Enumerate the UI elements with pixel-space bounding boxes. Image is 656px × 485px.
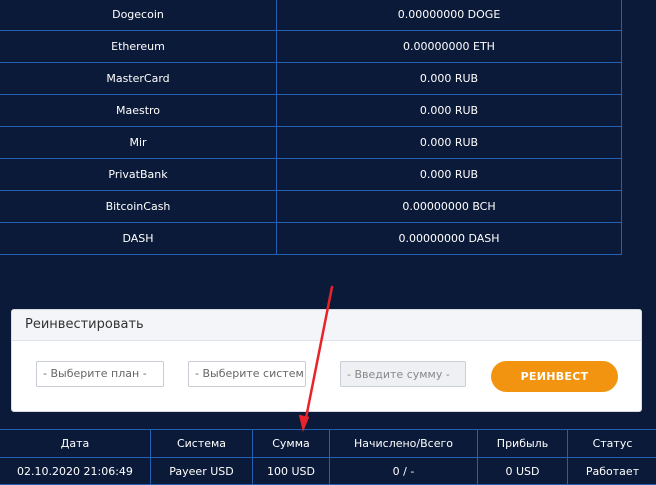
balance-amount: 0.000 RUB (276, 126, 622, 159)
balance-system-name: MasterCard (0, 62, 277, 95)
balance-amount: 0.000 RUB (276, 62, 622, 95)
reinvest-panel: Реинвестировать - Выберите план - - Выбе… (11, 309, 642, 412)
amount-input[interactable] (340, 361, 466, 387)
balance-system-name: Ethereum (0, 30, 277, 63)
system-select[interactable]: - Выберите систем (188, 361, 306, 387)
balance-system-name: BitcoinCash (0, 190, 277, 223)
deposit-profit: 0 USD (477, 457, 568, 485)
plan-select[interactable]: - Выберите план - (36, 361, 164, 387)
balance-system-name: Maestro (0, 94, 277, 127)
balance-amount: 0.000 RUB (276, 94, 622, 127)
column-header-accrued: Начислено/Всего (329, 429, 478, 458)
column-header-system: Система (150, 429, 253, 458)
column-header-profit: Прибыль (477, 429, 568, 458)
deposit-status: Работает (567, 457, 656, 485)
balance-system-name: DASH (0, 222, 277, 255)
balance-amount: 0.00000000 BCH (276, 190, 622, 223)
table-row: DASH 0.00000000 DASH (0, 222, 622, 255)
table-row: Ethereum 0.00000000 ETH (0, 30, 622, 63)
deposit-amount: 100 USD (252, 457, 330, 485)
deposits-table: Дата Система Сумма Начислено/Всего Прибы… (0, 429, 656, 485)
deposit-date: 02.10.2020 21:06:49 (0, 457, 151, 485)
balance-amount: 0.00000000 DASH (276, 222, 622, 255)
table-row: PrivatBank 0.000 RUB (0, 158, 622, 191)
balance-system-name: Mir (0, 126, 277, 159)
table-row: BitcoinCash 0.00000000 BCH (0, 190, 622, 223)
balance-system-name: PrivatBank (0, 158, 277, 191)
balance-system-name: Dogecoin (0, 0, 277, 31)
reinvest-title: Реинвестировать (12, 310, 641, 341)
table-row: MasterCard 0.000 RUB (0, 62, 622, 95)
column-header-date: Дата (0, 429, 151, 458)
table-row: Mir 0.000 RUB (0, 126, 622, 159)
reinvest-button[interactable]: РЕИНВЕСТ (491, 361, 618, 392)
balance-amount: 0.00000000 DOGE (276, 0, 622, 31)
balances-table: Dogecoin 0.00000000 DOGE Ethereum 0.0000… (0, 0, 622, 255)
table-row: Dogecoin 0.00000000 DOGE (0, 0, 622, 31)
column-header-status: Статус (567, 429, 656, 458)
table-row: Maestro 0.000 RUB (0, 94, 622, 127)
deposit-system: Payeer USD (150, 457, 253, 485)
table-header-row: Дата Система Сумма Начислено/Всего Прибы… (0, 429, 656, 458)
column-header-amount: Сумма (252, 429, 330, 458)
deposit-accrued: 0 / - (329, 457, 478, 485)
table-row: 02.10.2020 21:06:49 Payeer USD 100 USD 0… (0, 457, 656, 485)
balance-amount: 0.00000000 ETH (276, 30, 622, 63)
balance-amount: 0.000 RUB (276, 158, 622, 191)
